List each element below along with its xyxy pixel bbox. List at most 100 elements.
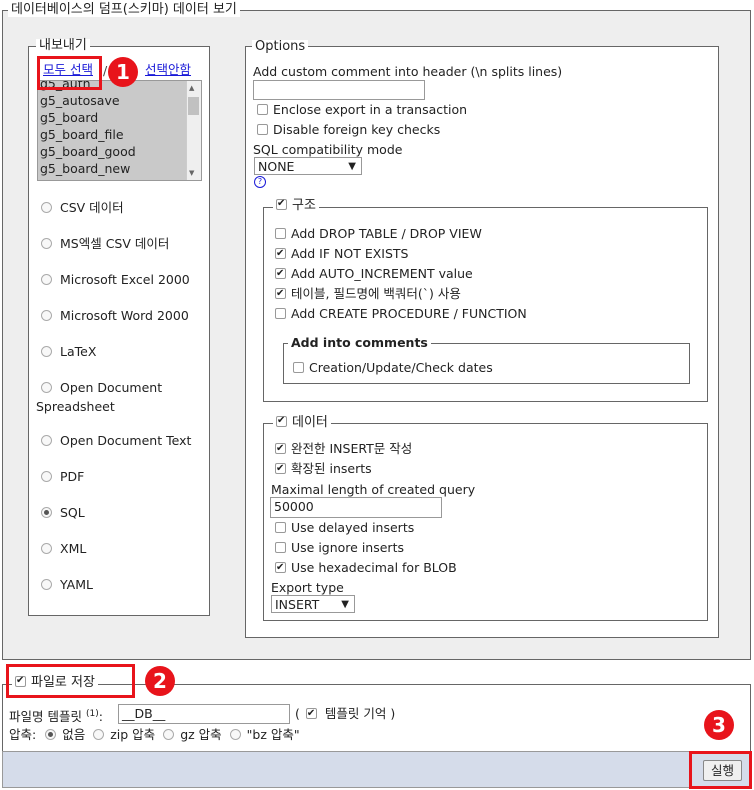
format-option[interactable]: Microsoft Word 2000 [41,308,189,324]
scroll-thumb[interactable] [188,97,199,115]
drop-table-option[interactable]: Add DROP TABLE / DROP VIEW [275,226,482,242]
format-radio[interactable] [41,238,52,249]
backquotes-checkbox[interactable] [275,286,286,302]
filename-input[interactable]: __DB__ [118,704,290,724]
ignore-inserts-option[interactable]: Use ignore inserts [275,540,404,556]
callout-badge-1: 1 [108,57,138,87]
format-option[interactable]: SQL [41,505,85,521]
format-radio[interactable] [41,274,52,285]
comments-legend: Add into comments [288,336,431,350]
compression-option[interactable]: gz 압축 [163,727,222,742]
scroll-up-icon[interactable]: ▲ [189,84,194,92]
format-option[interactable]: PDF [41,469,84,485]
options-legend: Options [252,40,309,54]
creation-dates-checkbox[interactable] [293,362,304,373]
callout-badge-3: 3 [704,710,734,740]
table-list-item[interactable]: g5_board [38,109,201,126]
format-radio[interactable] [41,543,52,554]
action-bar [2,751,751,788]
backquotes-option[interactable]: 테이블, 필드명에 백쿼터(`) 사용 [275,286,461,302]
compression-label: "bz 압축" [246,727,300,742]
compression-option[interactable]: 없음 [45,727,85,742]
sql-compat-select[interactable]: NONE ▼ [254,157,362,175]
format-radio[interactable] [41,507,52,518]
auto-increment-checkbox[interactable] [275,266,286,282]
callout-box-select-all [37,56,102,90]
compression-radio[interactable] [163,729,175,740]
scroll-down-icon[interactable]: ▼ [189,169,194,177]
if-not-exists-option[interactable]: Add IF NOT EXISTS [275,246,408,262]
table-list-item[interactable]: g5_board_good [38,143,201,160]
format-radio[interactable] [41,382,52,393]
table-listbox[interactable]: g5_auth g5_autosave g5_board g5_board_file g… [37,80,202,181]
disable-fk-option[interactable]: Disable foreign key checks [257,122,440,138]
table-list-item[interactable]: g5_board_file [38,126,201,143]
comment-label: Add custom comment into header (\n split… [253,64,563,79]
help-icon[interactable]: ? [254,176,266,188]
create-procedure-option[interactable]: Add CREATE PROCEDURE / FUNCTION [275,306,527,322]
format-radio[interactable] [41,471,52,482]
deselect-all-link[interactable]: 선택안함 [145,62,191,77]
compression-radio[interactable] [45,729,57,740]
comment-input[interactable] [253,80,425,100]
filename-footnote: (1) [85,709,99,719]
hex-blob-option[interactable]: Use hexadecimal for BLOB [275,560,457,576]
data-checkbox[interactable] [276,414,287,428]
remember-template-checkbox[interactable] [305,706,317,722]
create-procedure-checkbox[interactable] [275,308,286,319]
format-radio[interactable] [41,202,52,213]
format-option[interactable]: CSV 데이터 [41,200,124,216]
if-not-exists-checkbox[interactable] [275,246,286,262]
format-option[interactable]: Microsoft Excel 2000 [41,272,190,288]
format-option[interactable]: XML [41,541,86,557]
drop-table-checkbox[interactable] [275,228,286,239]
compression-label: gz 압축 [180,727,222,742]
export-type-select[interactable]: INSERT ▼ [271,595,355,613]
sql-compat-label: SQL compatibility mode [253,142,403,157]
complete-inserts-checkbox[interactable] [275,441,286,457]
max-length-input[interactable]: 50000 [270,497,442,518]
data-legend[interactable]: 데이터 [273,414,331,430]
format-label: PDF [60,469,85,484]
auto-increment-option[interactable]: Add AUTO_INCREMENT value [275,266,473,282]
table-list-item[interactable]: g5_board_new [38,160,201,177]
format-label: Open Document [60,380,163,395]
filename-label: 파일명 템플릿 [9,709,82,725]
enclose-transaction-option[interactable]: Enclose export in a transaction [257,102,467,118]
compression-option[interactable]: zip 압축 [93,727,155,742]
format-radio[interactable] [41,579,52,590]
compression-option[interactable]: "bz 압축" [229,727,300,742]
listbox-scrollbar[interactable]: ▲ ▼ [186,81,201,180]
creation-dates-option[interactable]: Creation/Update/Check dates [293,360,493,376]
delayed-inserts-checkbox[interactable] [275,522,286,533]
format-label: YAML [60,577,93,592]
extended-inserts-option[interactable]: 확장된 inserts [275,461,372,477]
format-label: SQL [60,505,85,520]
table-list-item[interactable]: g5_autosave [38,92,201,109]
format-radio[interactable] [41,346,52,357]
format-option[interactable]: Open Document Text [41,433,191,449]
format-radio[interactable] [41,435,52,446]
format-label: Microsoft Excel 2000 [60,272,190,287]
format-radio[interactable] [41,310,52,321]
chevron-down-icon: ▼ [348,161,356,172]
format-option[interactable]: MS엑셀 CSV 데이터 [41,236,169,252]
extended-inserts-checkbox[interactable] [275,461,286,477]
structure-legend[interactable]: 구조 [273,197,319,213]
format-option[interactable]: LaTeX [41,344,96,360]
format-option[interactable]: Open Document [41,380,162,396]
enclose-transaction-checkbox[interactable] [257,104,268,115]
complete-inserts-option[interactable]: 완전한 INSERT문 작성 [275,441,412,457]
format-label: XML [60,541,87,556]
delayed-inserts-option[interactable]: Use delayed inserts [275,520,414,536]
hex-blob-checkbox[interactable] [275,560,286,576]
callout-badge-2: 2 [145,666,175,696]
remember-template-option[interactable]: (템플릿 기억) [295,706,395,722]
ignore-inserts-checkbox[interactable] [275,542,286,553]
compression-radio[interactable] [229,729,241,740]
format-option[interactable]: YAML [41,577,93,593]
disable-fk-checkbox[interactable] [257,124,268,135]
export-legend: 내보내기 [36,39,90,53]
compression-radio[interactable] [93,729,105,740]
structure-checkbox[interactable] [276,197,287,211]
